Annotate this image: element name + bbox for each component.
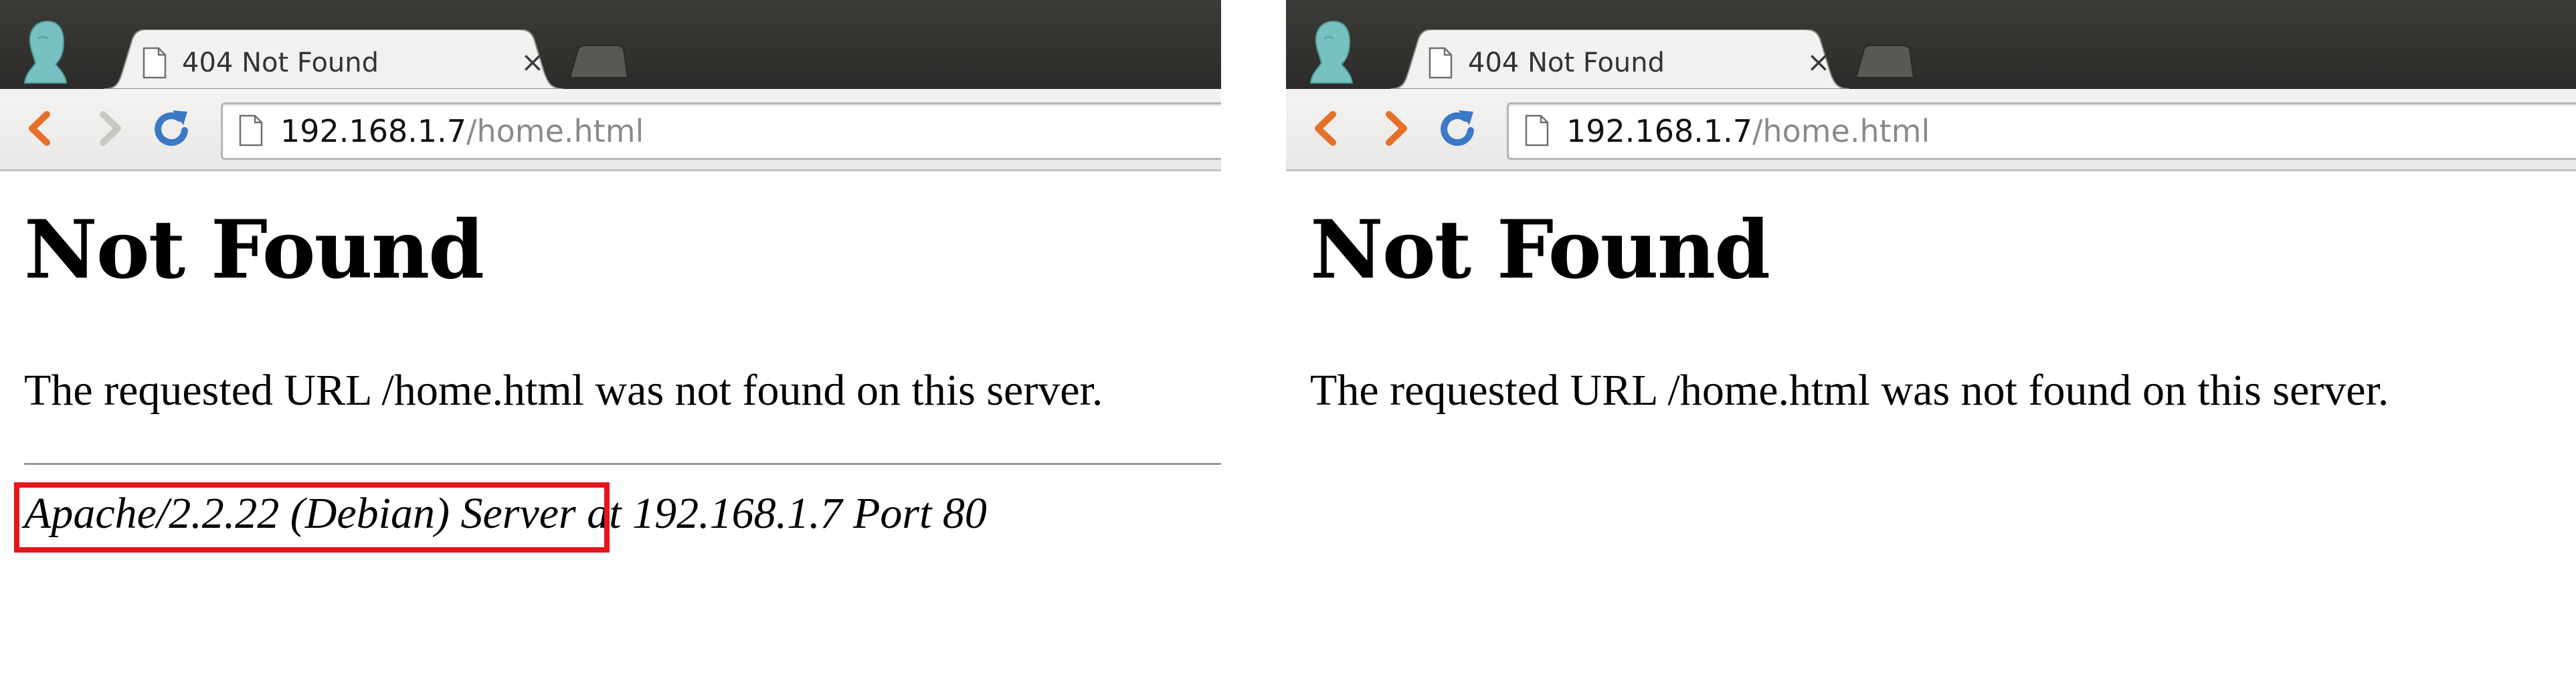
page-icon bbox=[143, 47, 167, 79]
right-browser-window: 404 Not Found × 192.168.1.7/home.html No… bbox=[1286, 0, 2576, 685]
tab-strip: 404 Not Found × bbox=[0, 0, 1221, 89]
profile-avatar-icon[interactable] bbox=[1308, 19, 1355, 86]
url-host: 192.168.1.7 bbox=[1566, 113, 1752, 149]
tab-title: 404 Not Found bbox=[1468, 47, 1665, 78]
url-text[interactable]: 192.168.1.7/home.html bbox=[1566, 112, 1930, 150]
browser-toolbar: 192.168.1.7/home.html bbox=[1286, 89, 2576, 171]
address-bar[interactable]: 192.168.1.7/home.html bbox=[221, 102, 1221, 160]
url-path: /home.html bbox=[1752, 113, 1930, 149]
server-version-highlight bbox=[14, 482, 610, 553]
close-icon[interactable]: × bbox=[519, 45, 546, 79]
address-bar[interactable]: 192.168.1.7/home.html bbox=[1507, 102, 2576, 160]
tab-active[interactable]: 404 Not Found × bbox=[104, 29, 563, 89]
error-message: The requested URL /home.html was not fou… bbox=[1310, 366, 2389, 415]
url-text[interactable]: 192.168.1.7/home.html bbox=[280, 112, 644, 150]
page-icon bbox=[239, 114, 263, 146]
panel-gap bbox=[1221, 0, 1286, 685]
tab-title: 404 Not Found bbox=[182, 47, 379, 78]
error-message: The requested URL /home.html was not fou… bbox=[24, 366, 1103, 415]
new-tab-icon[interactable] bbox=[569, 44, 629, 79]
tab-strip: 404 Not Found × bbox=[1286, 0, 2576, 89]
reload-icon[interactable] bbox=[149, 105, 195, 152]
page-content: Not Found The requested URL /home.html w… bbox=[1286, 171, 2576, 685]
new-tab-icon[interactable] bbox=[1855, 44, 1915, 79]
url-path: /home.html bbox=[466, 113, 644, 149]
page-icon bbox=[1525, 114, 1549, 146]
page-heading: Not Found bbox=[1310, 203, 1770, 297]
page-heading: Not Found bbox=[24, 203, 484, 297]
back-arrow-icon[interactable] bbox=[1303, 105, 1350, 152]
forward-arrow-icon[interactable] bbox=[86, 105, 132, 152]
server-location: at 192.168.1.7 Port 80 bbox=[575, 489, 987, 538]
url-host: 192.168.1.7 bbox=[280, 113, 466, 149]
page-icon bbox=[1429, 47, 1453, 79]
left-browser-window: 404 Not Found × 192.168.1.7/home.html No… bbox=[0, 0, 1221, 685]
page-content: Not Found The requested URL /home.html w… bbox=[0, 171, 1221, 685]
horizontal-rule bbox=[24, 463, 1221, 465]
forward-arrow-icon[interactable] bbox=[1372, 105, 1418, 152]
close-icon[interactable]: × bbox=[1805, 45, 1832, 79]
profile-avatar-icon[interactable] bbox=[22, 19, 69, 86]
tab-active[interactable]: 404 Not Found × bbox=[1390, 29, 1849, 89]
browser-toolbar: 192.168.1.7/home.html bbox=[0, 89, 1221, 171]
back-arrow-icon[interactable] bbox=[17, 105, 64, 152]
reload-icon[interactable] bbox=[1435, 105, 1481, 152]
